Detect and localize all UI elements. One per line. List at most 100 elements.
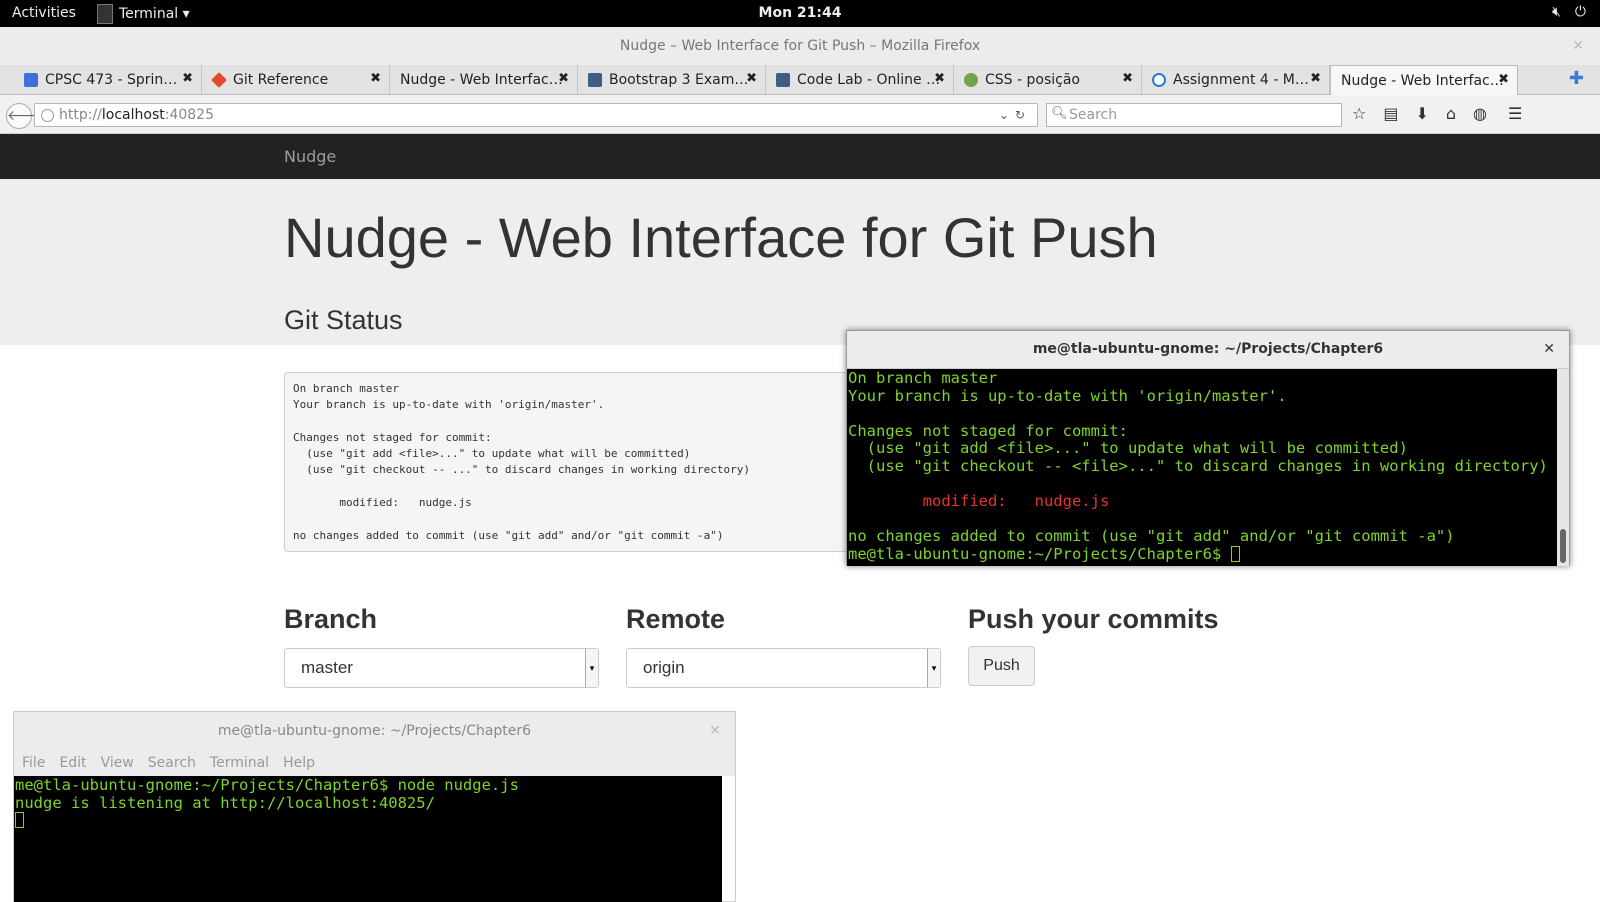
tab-close-icon[interactable]: ✖ (558, 71, 569, 86)
app-menu[interactable]: Terminal ▾ (97, 0, 190, 27)
tab-strip: CPSC 473 - Sprin… ✖ Git Reference ✖ Nudg… (0, 65, 1600, 95)
tab-label: Nudge - Web Interfac… (1341, 72, 1504, 89)
url-port: :40825 (164, 107, 214, 123)
search-input[interactable]: 🔍︎ Search (1046, 103, 1342, 127)
tab-git-reference[interactable]: Git Reference ✖ (202, 65, 390, 94)
tab-css-posicao[interactable]: CSS - posição ✖ (954, 65, 1142, 94)
download-icon[interactable]: ⬇ (1415, 104, 1428, 123)
speaker-muted-icon[interactable]: 🔇︎ (1552, 4, 1561, 20)
select-arrow-icon: ▾ (585, 649, 598, 687)
tab-close-icon[interactable]: ✖ (746, 71, 757, 86)
terminal-line: no changes added to commit (use "git add… (848, 527, 1455, 546)
tab-nudge-active[interactable]: Nudge - Web Interfac… ✖ (1330, 65, 1518, 95)
terminal-close-icon[interactable]: ✕ (1543, 331, 1555, 368)
menu-edit[interactable]: Edit (59, 750, 86, 776)
tab-close-icon[interactable]: ✖ (1310, 71, 1321, 86)
tab-assignment-4[interactable]: Assignment 4 - M… ✖ (1142, 65, 1330, 94)
tab-cpsc-473[interactable]: CPSC 473 - Sprin… ✖ (14, 65, 202, 94)
search-placeholder: Search (1069, 107, 1118, 123)
url-bar[interactable]: http://localhost:40825 ⌄↻ (34, 103, 1038, 127)
url-host: localhost (101, 107, 165, 123)
window-titlebar[interactable]: Nudge – Web Interface for Git Push – Moz… (0, 27, 1600, 65)
terminal-scrollbar[interactable] (1557, 369, 1569, 566)
terminal-line: (use "git checkout -- <file>..." to disc… (848, 456, 1548, 475)
terminal-cursor (15, 812, 24, 829)
terminal-output[interactable]: On branch master Your branch is up-to-da… (847, 369, 1569, 566)
remote-select[interactable]: origin ▾ (626, 648, 941, 688)
gnome-top-bar: Activities Terminal ▾ Mon 21:44 🔇︎ ⏻ (0, 0, 1600, 27)
terminal-line: On branch master (848, 369, 998, 387)
tab-close-icon[interactable]: ✖ (1122, 71, 1133, 86)
chrome-like-icon (1152, 72, 1166, 87)
window-close-icon[interactable]: ✕ (1572, 27, 1584, 65)
menu-help[interactable]: Help (283, 750, 315, 776)
tab-label: Bootstrap 3 Exam… (609, 71, 749, 88)
select-arrow-icon: ▾ (927, 649, 940, 687)
tab-nudge[interactable]: Nudge - Web Interfac… ✖ (390, 65, 578, 94)
globe-icon (41, 109, 54, 122)
tab-label: Assignment 4 - M… (1173, 71, 1309, 88)
menu-terminal[interactable]: Terminal (210, 750, 269, 776)
menu-view[interactable]: View (101, 750, 134, 776)
terminal-prompt: me@tla-ubuntu-gnome:~/Projects/Chapter6$ (848, 544, 1231, 563)
tab-close-icon[interactable]: ✖ (934, 71, 945, 86)
branch-column: Branch master ▾ (284, 604, 604, 694)
power-icon[interactable]: ⏻ (1575, 4, 1586, 20)
push-button[interactable]: Push (968, 646, 1035, 686)
new-tab-plus-icon[interactable]: ✚ (1569, 68, 1584, 89)
terminal-window-git-status[interactable]: me@tla-ubuntu-gnome: ~/Projects/Chapter6… (846, 330, 1570, 566)
reading-list-icon[interactable]: ▤ (1383, 104, 1398, 123)
hamburger-menu-icon[interactable]: ☰ (1508, 104, 1522, 123)
tab-label: Git Reference (233, 71, 329, 88)
tab-close-icon[interactable]: ✖ (1498, 72, 1509, 87)
tumblr-icon (588, 72, 602, 87)
git-status-output: On branch master Your branch is up-to-da… (284, 372, 878, 552)
tab-label: Nudge - Web Interfac… (400, 71, 563, 88)
navbar-brand-link[interactable]: Nudge (284, 147, 336, 166)
home-icon[interactable]: ⌂ (1446, 104, 1456, 123)
activities-button[interactable]: Activities (12, 5, 76, 21)
tab-bootstrap-3-examples[interactable]: Bootstrap 3 Exam… ✖ (578, 65, 766, 94)
chat-icon[interactable]: ◍ (1473, 104, 1487, 123)
git-status-heading: Git Status (284, 305, 403, 335)
google-docs-icon (24, 72, 38, 87)
scrollbar-thumb[interactable] (1560, 529, 1566, 563)
tab-label: Code Lab - Online … (797, 71, 941, 88)
tab-code-lab[interactable]: Code Lab - Online … ✖ (766, 65, 954, 94)
tab-close-icon[interactable]: ✖ (182, 71, 193, 86)
terminal-line: nudge is listening at http://localhost:4… (15, 793, 435, 812)
clock[interactable]: Mon 21:44 (759, 5, 842, 21)
search-icon: 🔍︎ (1051, 106, 1068, 121)
terminal-output[interactable]: me@tla-ubuntu-gnome:~/Projects/Chapter6$… (14, 776, 722, 902)
tumblr-icon (776, 72, 790, 87)
page-title: Nudge - Web Interface for Git Push (284, 206, 1158, 269)
terminal-titlebar[interactable]: me@tla-ubuntu-gnome: ~/Projects/Chapter6… (847, 331, 1569, 369)
branch-select[interactable]: master ▾ (284, 648, 599, 688)
navigation-toolbar: 🡐 http://localhost:40825 ⌄↻ 🔍︎ Search ☆ … (0, 95, 1600, 134)
git-icon (211, 71, 227, 88)
terminal-menubar: File Edit View Search Terminal Help (14, 750, 735, 776)
bookmark-star-icon[interactable]: ☆ (1352, 104, 1366, 123)
tab-label: CPSC 473 - Sprin… (45, 71, 178, 88)
remote-selected-value: origin (643, 658, 685, 677)
stackexchange-icon (964, 72, 978, 87)
terminal-titlebar[interactable]: me@tla-ubuntu-gnome: ~/Projects/Chapter6… (14, 712, 735, 750)
url-prefix: http:// (59, 107, 102, 123)
menu-file[interactable]: File (22, 750, 45, 776)
dropdown-arrow-icon[interactable]: ⌄ (999, 108, 1015, 122)
menu-search[interactable]: Search (148, 750, 196, 776)
window-title: Nudge – Web Interface for Git Push – Moz… (619, 38, 981, 54)
branch-selected-value: master (301, 658, 353, 677)
push-heading: Push your commits (968, 604, 1219, 634)
system-tray[interactable]: 🔇︎ ⏻ (1552, 4, 1586, 20)
terminal-close-icon[interactable]: ✕ (709, 712, 721, 750)
branch-heading: Branch (284, 604, 378, 634)
terminal-line: Changes not staged for commit: (848, 421, 1128, 440)
app-menu-label: Terminal ▾ (119, 5, 190, 22)
terminal-title: me@tla-ubuntu-gnome: ~/Projects/Chapter6 (1032, 341, 1384, 357)
tab-close-icon[interactable]: ✖ (370, 71, 381, 86)
terminal-window-node-server[interactable]: me@tla-ubuntu-gnome: ~/Projects/Chapter6… (13, 711, 736, 902)
site-navbar: Nudge (0, 134, 1600, 179)
back-arrow-icon[interactable]: 🡐 (6, 103, 45, 129)
reload-icon[interactable]: ↻ (1015, 108, 1031, 122)
